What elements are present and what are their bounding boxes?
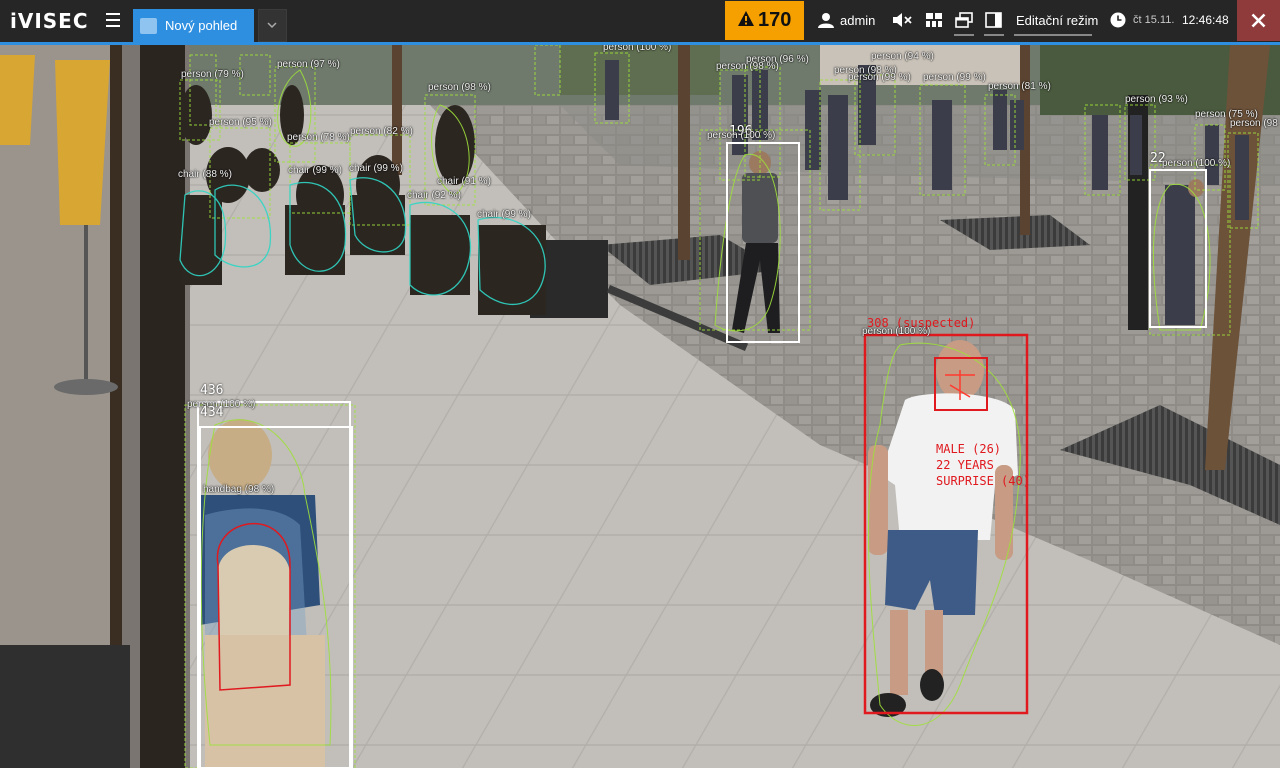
detection-label: person (98 %): [1230, 118, 1280, 129]
detection-label: person (100 %): [603, 45, 672, 53]
detection-label: person (97 %): [277, 59, 340, 70]
view-tab[interactable]: Nový pohled: [133, 9, 254, 42]
detection-label: chair (99 %): [477, 209, 531, 220]
camera-view[interactable]: person (100 %) person (79 %) person (97 …: [0, 45, 1280, 768]
close-icon: [1251, 13, 1266, 28]
detection-label: person (79 %): [181, 69, 244, 80]
detection-label: chair (99 %): [349, 163, 403, 174]
track-id-436: 436: [200, 383, 224, 398]
clock-icon: [1110, 12, 1126, 28]
detection-label: person (99 %): [848, 72, 911, 83]
detection-label: person (78 %): [287, 132, 350, 143]
detection-label: person (93 %): [1125, 94, 1188, 105]
layout-grid-icon[interactable]: [926, 13, 942, 27]
detection-label: person (98 %): [428, 82, 491, 93]
track-196-label: person (100 %): [707, 130, 776, 141]
detection-label: chair (88 %): [178, 169, 232, 180]
detection-label: person (81 %): [988, 81, 1051, 92]
detection-label: person (98 %): [716, 61, 779, 72]
chevron-down-icon: [267, 22, 277, 29]
detection-label: person (94 %): [871, 51, 934, 62]
suspect-detection-label: person (100 %): [862, 326, 931, 337]
track-id-434: 434: [200, 405, 224, 420]
top-bar: iVISEC Nový pohled 170 admin Editační re…: [0, 0, 1280, 42]
detection-label: chair (92 %): [407, 190, 461, 201]
view-icon: [140, 18, 157, 34]
user-name[interactable]: admin: [840, 13, 875, 28]
time-label: 12:46:48: [1182, 13, 1229, 27]
face-emotion: SURPRISE (40): [936, 474, 1030, 488]
alert-count: 170: [758, 9, 792, 31]
mute-icon[interactable]: [892, 12, 912, 28]
windows-underline: [954, 34, 974, 36]
user-icon[interactable]: [818, 12, 834, 28]
close-button[interactable]: [1237, 0, 1280, 41]
face-attributes: MALE (26) 22 YEARS SURPRISE (40): [936, 441, 1030, 489]
edit-mode-underline: [1014, 34, 1092, 36]
view-tab-label: Nový pohled: [165, 18, 238, 33]
panel-icon[interactable]: [985, 12, 1002, 28]
warning-icon: [738, 11, 754, 26]
handbag-label: handbag (98 %): [203, 484, 275, 495]
edit-mode-button[interactable]: Editační režim: [1016, 13, 1098, 28]
face-age: 22 YEARS: [936, 458, 994, 472]
detection-label: chair (99 %): [288, 165, 342, 176]
detection-label: chair (91 %): [437, 176, 491, 187]
windows-icon[interactable]: [955, 12, 973, 28]
date-label: čt 15.11.: [1133, 14, 1175, 26]
panel-underline: [984, 34, 1004, 36]
face-gender: MALE (26): [936, 442, 1002, 456]
menu-icon[interactable]: [106, 13, 120, 27]
track-22-label: person (100 %): [1162, 158, 1231, 169]
detection-label: person (99 %): [923, 72, 986, 83]
detection-label: person (95 %): [209, 117, 272, 128]
app-logo: iVISEC: [10, 9, 89, 33]
detection-label: person (82 %): [350, 126, 413, 137]
alert-counter-button[interactable]: 170: [725, 1, 804, 40]
view-dropdown-button[interactable]: [258, 9, 287, 42]
